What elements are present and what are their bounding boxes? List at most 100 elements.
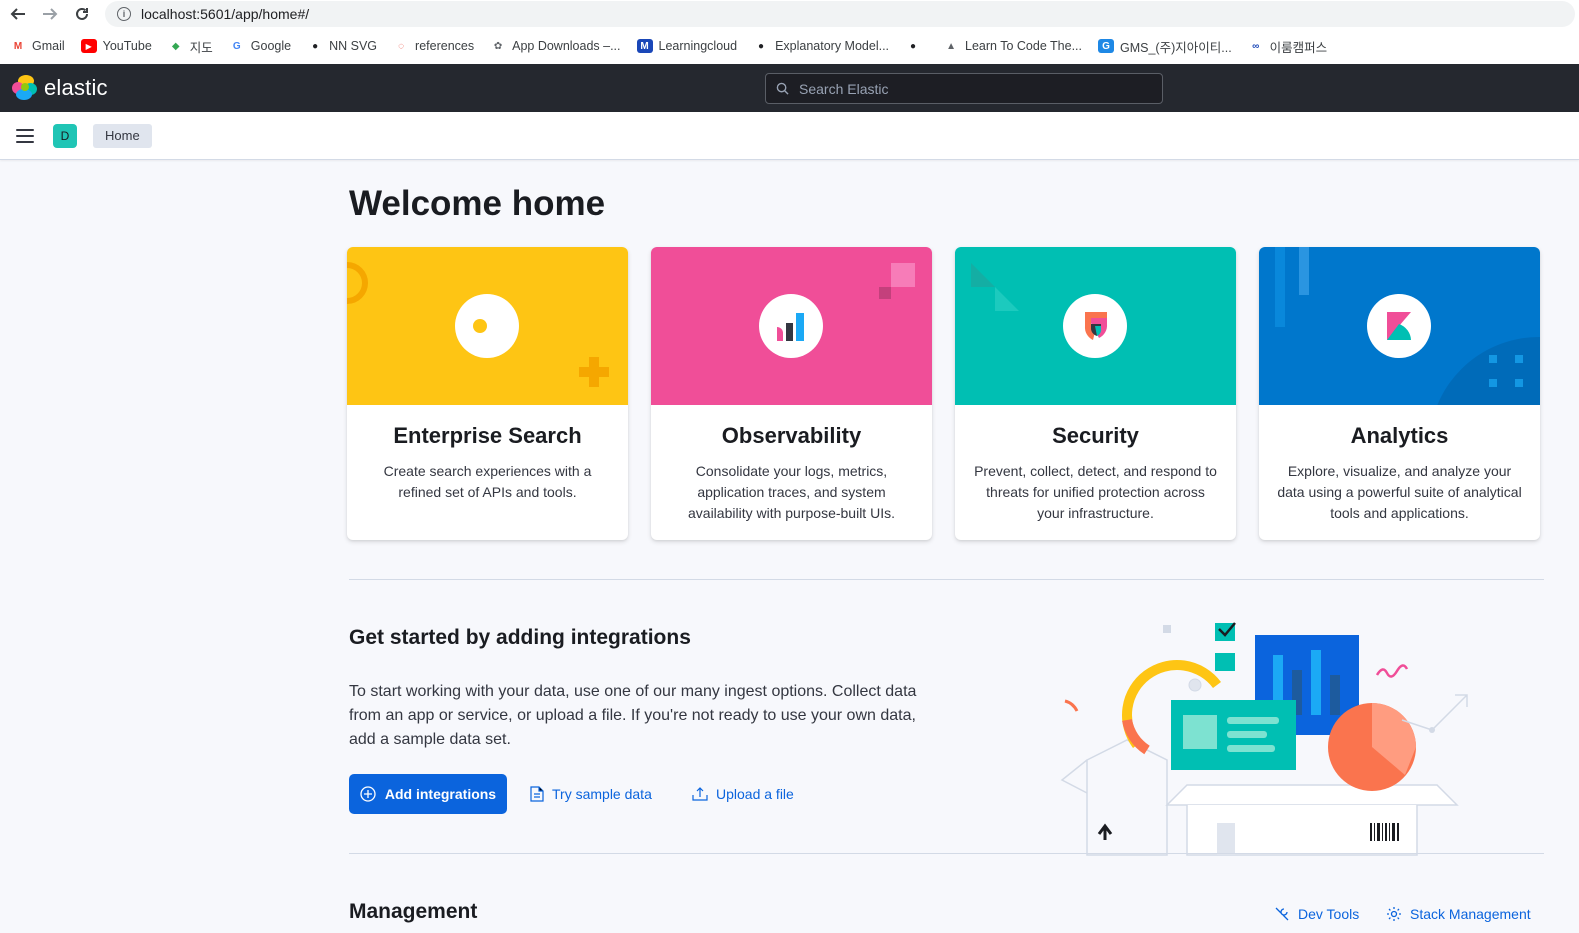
reload-icon [76,7,88,20]
plus-in-circle-icon [360,786,376,802]
bookmark-item[interactable]: G Google [229,39,291,53]
graduation-cap-icon: ▲ [946,40,956,52]
kibana-header: elastic [0,64,1579,112]
card-observability[interactable]: Observability Consolidate your logs, met… [651,247,932,540]
search-elastic[interactable] [765,73,1163,104]
integrations-illustration [1060,622,1468,856]
reload-button[interactable] [66,0,98,28]
try-sample-data-link[interactable]: Try sample data [530,784,652,804]
flower-icon: ✿ [493,40,503,52]
search-input[interactable] [799,80,1139,97]
card-title: Enterprise Search [393,423,582,448]
globe-icon: ● [312,40,319,52]
bookmark-item[interactable]: G GMS_(주)지아이티... [1098,37,1232,56]
card-description: Create search experiences with a refined… [383,463,592,500]
url-text: localhost:5601/app/home#/ [141,6,310,22]
bookmark-label: NN SVG [329,39,378,53]
card-security[interactable]: Security Prevent, collect, detect, and r… [955,247,1236,540]
arrow-left-icon [10,8,25,20]
info-icon[interactable]: i [117,7,131,21]
search-icon [776,82,789,95]
security-icon [1063,294,1127,358]
upload-file-label: Upload a file [716,786,794,802]
m-icon: M [636,39,653,53]
card-title: Security [1052,423,1139,448]
analytics-kibana-icon [1367,294,1431,358]
bookmark-item[interactable]: ✿ App Downloads –... [490,39,621,53]
link-icon: ∞ [1252,40,1260,52]
card-description: Prevent, collect, detect, and respond to… [974,463,1217,521]
bookmark-item[interactable]: ▶ YouTube [80,39,152,53]
bookmark-label: Google [250,39,292,53]
add-integrations-label: Add integrations [384,786,497,802]
try-sample-data-label: Try sample data [552,786,652,802]
gmail-icon: M [13,40,23,52]
card-description: Consolidate your logs, metrics, applicat… [688,463,895,521]
breadcrumb-home[interactable]: Home [93,123,152,148]
gear-icon [1387,907,1401,921]
card-banner [955,247,1236,405]
menu-icon[interactable] [16,128,34,143]
bookmark-item[interactable]: ▲ Learn To Code The... [943,39,1082,53]
upload-file-link[interactable]: Upload a file [692,784,794,804]
globe-icon: ● [758,40,765,52]
stack-management-label: Stack Management [1410,906,1531,922]
bookmark-label: GMS_(주)지아이티... [1120,40,1232,55]
bookmark-item[interactable]: ● Explanatory Model... [753,39,889,53]
address-bar[interactable]: i localhost:5601/app/home#/ [105,1,1575,27]
bookmark-item[interactable]: ◌ references [393,39,474,53]
wrench-icon [1275,907,1289,921]
g-icon: G [1098,39,1114,53]
bookmark-label: App Downloads –... [512,39,621,53]
bookmark-item[interactable]: M Gmail [10,39,65,53]
bookmarks-bar: M Gmail ▶ YouTube ◆ 지도 G Google ● NN SVG ◌ referenc… [0,28,1579,64]
bookmark-label: YouTube [102,39,152,53]
bookmark-label: Explanatory Model... [775,39,890,53]
upload-icon [692,787,708,801]
youtube-icon: ▶ [80,39,97,53]
dev-tools-label: Dev Tools [1298,906,1360,922]
globe-icon: ● [909,40,917,52]
power-icon: ◌ [398,40,405,52]
bookmark-label: Learn To Code The... [965,39,1082,53]
card-banner [347,247,628,405]
kibana-subheader: D Home [0,112,1579,160]
bookmark-item[interactable]: ◆ 지도 [168,37,213,56]
page-title: Welcome home [349,184,606,223]
elastic-logo-icon [12,75,38,101]
bookmark-item[interactable]: ● [905,39,927,53]
browser-toolbar: i localhost:5601/app/home#/ [0,0,1579,28]
card-title: Observability [721,423,862,448]
card-banner [651,247,932,405]
card-analytics[interactable]: Analytics Explore, visualize, and analyz… [1259,247,1540,540]
card-description: Explore, visualize, and analyze your dat… [1277,463,1522,521]
observability-icon [759,294,823,358]
logo-text: elastic [44,75,108,100]
stack-management-link[interactable]: Stack Management [1386,904,1531,924]
dev-tools-link[interactable]: Dev Tools [1274,904,1359,924]
bookmark-item[interactable]: ● NN SVG [307,39,377,53]
enterprise-search-icon [455,294,519,358]
maps-icon: ◆ [171,40,180,52]
elastic-logo[interactable]: elastic [12,75,108,101]
space-avatar[interactable]: D [53,123,77,148]
card-enterprise-search[interactable]: Enterprise Search Create search experien… [347,247,628,540]
card-banner [1259,247,1540,405]
forward-button[interactable] [34,0,66,28]
bookmark-label: Learningcloud [658,39,738,53]
add-integrations-button[interactable]: Add integrations [349,774,507,814]
arrow-right-icon [43,8,58,20]
divider [349,579,1544,580]
divider [349,853,1544,854]
management-title: Management [349,900,478,923]
google-icon: G [232,40,241,52]
document-icon [530,786,544,802]
integrations-title: Get started by adding integrations [349,626,691,649]
bookmark-label: references [415,39,475,53]
back-button[interactable] [2,0,34,28]
bookmark-label: 지도 [189,40,213,55]
card-title: Analytics [1350,423,1449,448]
bookmark-item[interactable]: ∞ 이룸캠퍼스 [1248,37,1328,56]
bookmark-label: 이룸캠퍼스 [1269,40,1328,55]
bookmark-item[interactable]: M Learningcloud [636,39,738,53]
